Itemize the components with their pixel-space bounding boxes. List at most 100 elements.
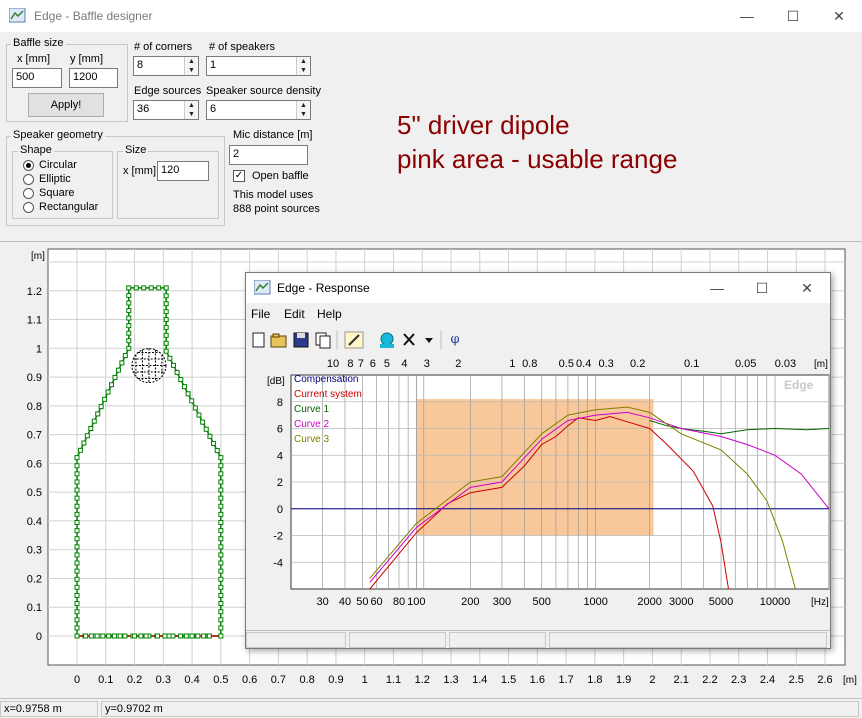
edge-source-point — [218, 495, 224, 501]
spinner-arrows-icon[interactable]: ▲ ▼ — [296, 101, 310, 119]
response-chart[interactable]: -4 -2 0 2 4 6 8 [dB] 30 40 50 60 80 100 200 300 500 1000 2… — [246, 355, 830, 629]
hz-unit-label: [Hz] — [811, 597, 829, 608]
legend-entry: Compensation — [294, 374, 358, 385]
edge-source-point — [115, 367, 121, 373]
baffle-x-input[interactable]: 500 — [12, 68, 62, 88]
edge-source-point — [84, 433, 90, 439]
edge-sources-spinner[interactable]: 36 ▲ ▼ — [133, 100, 199, 120]
phase-icon[interactable]: φ — [444, 329, 466, 351]
speaker-geometry-label: Speaker geometry — [11, 129, 105, 141]
edge-source-point — [74, 584, 80, 590]
y-tick-label: 0 — [36, 631, 42, 643]
copy-icon[interactable] — [315, 332, 331, 349]
top-axis-label: 0.2 — [630, 358, 645, 370]
x-tick-label: 80 — [393, 596, 405, 608]
edge-source-point — [143, 633, 149, 639]
edge-source-point — [81, 440, 87, 446]
top-axis-label: 3 — [424, 358, 430, 370]
size-x-input[interactable]: 120 — [157, 161, 209, 181]
edge-source-point — [133, 285, 139, 291]
edge-source-point — [218, 592, 224, 598]
new-icon[interactable] — [252, 332, 265, 348]
source-density-spinner[interactable]: 6 ▲ ▼ — [206, 100, 311, 120]
response-window[interactable]: Edge - Response — ☐ ✕ File Edit Help φ -… — [245, 272, 831, 649]
save-icon[interactable] — [293, 332, 309, 348]
shape-option-elliptic[interactable]: Elliptic — [39, 173, 71, 185]
radio-circular[interactable] — [23, 160, 34, 171]
mic-distance-input[interactable]: 2 — [229, 145, 308, 165]
spinner-arrows-icon[interactable]: ▲ ▼ — [184, 57, 198, 75]
status-y: y=0.9702 m — [101, 701, 859, 717]
edge-source-point — [126, 338, 132, 344]
y-tick-label: 0.2 — [27, 573, 42, 585]
radio-square[interactable] — [23, 188, 34, 199]
pen-icon[interactable] — [344, 331, 364, 349]
x-tick-label: 2.1 — [674, 674, 689, 686]
shape-option-square[interactable]: Square — [39, 187, 74, 199]
maximize-button[interactable]: ☐ — [770, 0, 816, 32]
radio-rectangular[interactable] — [23, 202, 34, 213]
edge-source-point — [100, 633, 106, 639]
shape-option-circular[interactable]: Circular — [39, 159, 77, 171]
lamp-icon[interactable] — [380, 332, 394, 348]
size-x-label: x [mm] — [123, 165, 156, 177]
edge-source-point — [178, 633, 184, 639]
shape-option-rectangular[interactable]: Rectangular — [39, 201, 98, 213]
edge-source-point — [214, 448, 220, 454]
y-tick-label: 0 — [277, 504, 283, 516]
edge-source-point — [218, 536, 224, 542]
speakers-value: 1 — [210, 59, 217, 71]
response-close-button[interactable]: ✕ — [784, 273, 830, 303]
edge-source-point — [74, 511, 80, 517]
mic-distance-label: Mic distance [m] — [233, 129, 313, 141]
source-density-value: 6 — [210, 103, 217, 115]
edge-source-point — [218, 503, 224, 509]
speakers-spinner[interactable]: 1 ▲ ▼ — [206, 56, 311, 76]
response-maximize-button[interactable]: ☐ — [739, 273, 785, 303]
watermark: Edge — [784, 378, 814, 392]
y-tick-label: 0.4 — [27, 516, 42, 528]
edge-source-point — [126, 285, 132, 291]
edge-source-point — [77, 447, 83, 453]
open-baffle-label[interactable]: Open baffle — [252, 170, 309, 182]
edge-source-point — [102, 396, 108, 402]
edge-source-point — [163, 285, 169, 291]
edge-source-point — [74, 519, 80, 525]
open-baffle-checkbox[interactable]: ✓ — [233, 170, 245, 182]
radio-elliptic[interactable] — [23, 174, 34, 185]
x-tick-label: 30 — [316, 596, 328, 608]
apply-button[interactable]: Apply! — [28, 93, 104, 117]
x-tick-label: 1.2 — [415, 674, 430, 686]
dropdown-icon[interactable] — [425, 338, 433, 343]
edge-source-point — [218, 552, 224, 558]
edge-source-point — [162, 633, 168, 639]
edge-source-point — [218, 479, 224, 485]
x-tick-label: 1.4 — [472, 674, 487, 686]
edge-source-point — [183, 633, 189, 639]
spinner-arrows-icon[interactable]: ▲ ▼ — [296, 57, 310, 75]
edge-source-point — [156, 285, 162, 291]
edge-source-point — [74, 455, 80, 461]
edge-source-point — [126, 330, 132, 336]
menu-help[interactable]: Help — [317, 307, 342, 321]
menu-edit[interactable]: Edit — [284, 307, 305, 321]
x-tick-label: 40 — [339, 596, 351, 608]
baffle-y-input[interactable]: 1200 — [69, 68, 118, 88]
close-button[interactable]: ✕ — [816, 0, 862, 32]
delete-icon[interactable] — [403, 333, 415, 346]
x-tick-label: 1 — [362, 674, 368, 686]
y-tick-label: 0.6 — [27, 458, 42, 470]
minimize-button[interactable]: — — [724, 0, 770, 32]
top-axis-label: 10 — [327, 358, 339, 370]
open-icon[interactable] — [270, 333, 287, 348]
response-minimize-button[interactable]: — — [694, 273, 740, 303]
spinner-arrows-icon[interactable]: ▲ ▼ — [184, 101, 198, 119]
edge-source-point — [95, 411, 101, 417]
edge-source-point — [74, 528, 80, 534]
model-info-line2: 888 point sources — [233, 203, 320, 215]
edge-source-point — [74, 560, 80, 566]
edge-source-point — [218, 528, 224, 534]
corners-spinner[interactable]: 8 ▲ ▼ — [133, 56, 199, 76]
menu-file[interactable]: File — [251, 307, 270, 321]
note-line2: pink area - usable range — [397, 144, 678, 174]
